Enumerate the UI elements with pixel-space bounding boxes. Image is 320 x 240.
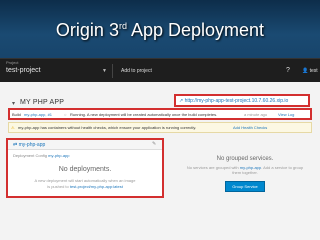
route-link[interactable]: ↗ http://my-php-app-test-project.10.7.60… xyxy=(179,98,288,104)
chevron-down-icon[interactable]: ▾ xyxy=(12,100,15,107)
user-menu[interactable]: 👤 test xyxy=(302,68,318,74)
add-to-project-button[interactable]: Add to project xyxy=(121,68,152,74)
help-icon[interactable]: ? xyxy=(286,67,290,74)
build-time: a minute ago xyxy=(244,112,268,117)
service-card: ⇄ my-php-app ✎ Deployment Config my-php-… xyxy=(6,138,164,198)
user-icon: 👤 xyxy=(302,68,309,74)
build-status: Running. A new deployment will be create… xyxy=(70,112,218,117)
deployment-config-link[interactable]: my-php-app xyxy=(48,153,69,158)
no-deployments-title: No deployments. xyxy=(58,166,112,173)
image-stream-link[interactable]: test-project/my-php-app:latest xyxy=(70,184,123,189)
app-name: MY PHP APP xyxy=(20,99,65,106)
divider xyxy=(112,64,113,78)
chevron-down-icon[interactable]: ▼ xyxy=(102,68,107,74)
warning-icon: ⚠ xyxy=(11,125,15,130)
add-health-checks-link[interactable]: Add Health Checks xyxy=(233,125,267,130)
deployment-config: Deployment Config my-php-app xyxy=(13,153,70,158)
grouped-services-panel: No grouped services. No services are gro… xyxy=(182,156,308,193)
build-alert: Build my-php-app, #1 ◌ Running. A new de… xyxy=(8,108,312,120)
view-log-link[interactable]: View Log xyxy=(278,112,294,117)
build-prefix: Build xyxy=(12,112,21,117)
health-text: my-php-app has containers without health… xyxy=(18,125,197,130)
service-card-header: ⇄ my-php-app ✎ xyxy=(8,140,162,150)
group-service-button[interactable]: Group Service xyxy=(225,181,265,192)
route-highlight: ↗ http://my-php-app-test-project.10.7.60… xyxy=(174,94,310,107)
spinner-icon: ◌ xyxy=(64,112,67,117)
user-name: test xyxy=(309,68,318,74)
slide-title: Origin 3rd App Deployment xyxy=(55,20,265,40)
no-grouped-services-title: No grouped services. xyxy=(216,156,274,162)
build-link[interactable]: my-php-app, #1 xyxy=(24,112,52,117)
service-link[interactable]: ⇄ my-php-app xyxy=(13,142,45,148)
no-deployments-desc-2: is pushed to test-project/my-php-app:lat… xyxy=(47,184,123,189)
page-footer-area xyxy=(0,206,320,240)
no-deployments-desc: A new deployment will start automaticall… xyxy=(34,178,136,183)
top-navbar: Project test-project ▼ Add to project ? … xyxy=(0,58,320,82)
project-kicker: Project xyxy=(6,60,19,65)
pencil-icon[interactable]: ✎ xyxy=(152,141,156,147)
grouped-services-desc: No services are grouped with my-php-app.… xyxy=(186,165,304,175)
health-check-alert: ⚠ my-php-app has containers without heal… xyxy=(8,122,312,133)
project-selector[interactable]: test-project xyxy=(6,67,41,74)
